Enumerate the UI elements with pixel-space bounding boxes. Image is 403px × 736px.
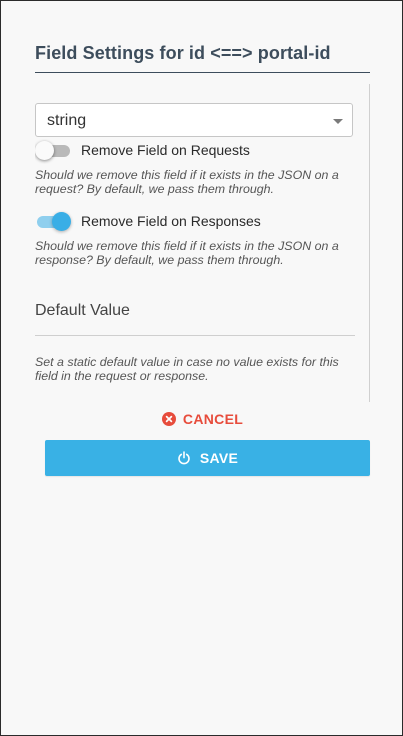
- cancel-button-content: CANCEL: [161, 411, 244, 427]
- cancel-button[interactable]: CANCEL: [1, 411, 403, 433]
- toggle-knob: [35, 141, 54, 160]
- dialog-title: Field Settings for id <==> portal-id: [35, 43, 331, 63]
- field-settings-dialog: Field Settings for id <==> portal-id str…: [0, 0, 403, 736]
- remove-on-responses-help: Should we remove this field if it exists…: [35, 239, 339, 267]
- chevron-down-icon: [333, 119, 343, 124]
- default-value-help: Set a static default value in case no va…: [35, 355, 339, 383]
- save-label: SAVE: [199, 450, 239, 466]
- field-type-select[interactable]: string: [35, 103, 353, 137]
- remove-on-responses-row: Remove Field on Responses: [35, 212, 353, 234]
- remove-on-requests-toggle[interactable]: [35, 141, 73, 161]
- close-circle-icon: [161, 412, 176, 426]
- remove-on-requests-row: Remove Field on Requests: [35, 141, 353, 163]
- remove-on-requests-help: Should we remove this field if it exists…: [35, 168, 339, 196]
- save-button[interactable]: SAVE: [45, 440, 370, 476]
- default-value-input[interactable]: [35, 323, 355, 336]
- remove-on-responses-toggle[interactable]: [35, 212, 73, 232]
- scrollbar-track[interactable]: [369, 84, 370, 402]
- power-icon: [178, 451, 190, 465]
- field-type-value: string: [47, 112, 87, 129]
- remove-on-requests-label: Remove Field on Requests: [81, 142, 250, 158]
- remove-on-responses-label: Remove Field on Responses: [81, 213, 261, 229]
- default-value-label: Default Value: [35, 302, 130, 319]
- settings-scroll-panel[interactable]: string Remove Field on Requests Should w…: [35, 84, 370, 404]
- title-divider: [35, 72, 370, 73]
- toggle-knob: [52, 212, 71, 231]
- cancel-label: CANCEL: [182, 411, 244, 427]
